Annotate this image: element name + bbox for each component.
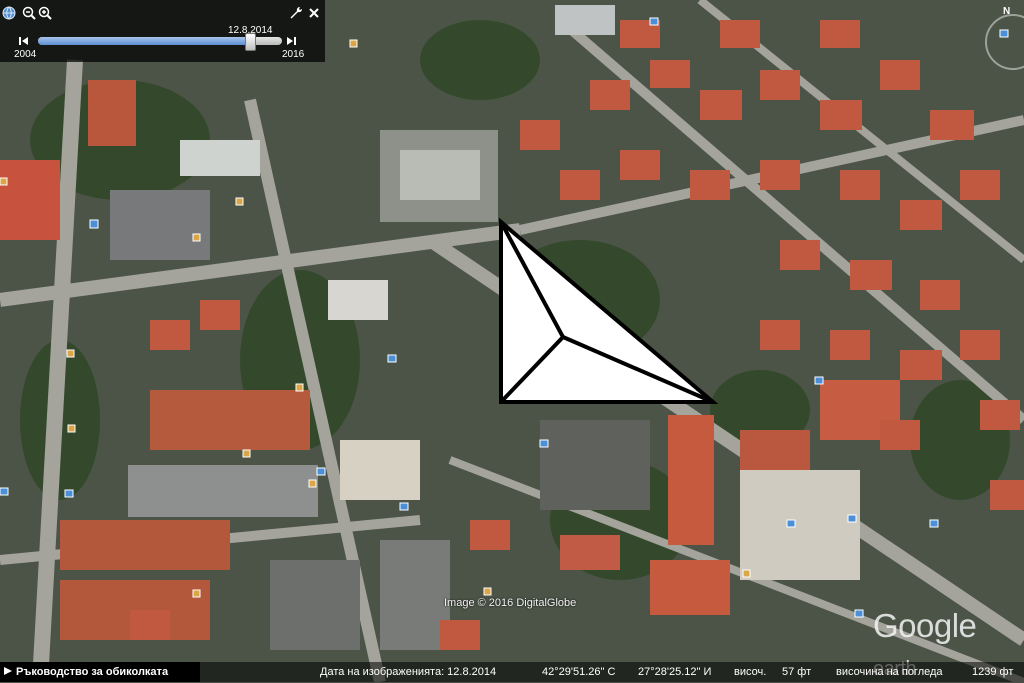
longitude-readout: 27°28'25.12" И [638, 666, 712, 678]
compass-north-label: N [1003, 6, 1011, 17]
close-icon[interactable] [305, 4, 323, 22]
tour-guide-label: Ръководство за обиколката [16, 666, 169, 678]
status-bar: Ръководство за обиколката Дата на изобра… [0, 662, 1024, 682]
satellite-map[interactable] [0, 0, 1024, 682]
tour-guide-button[interactable]: Ръководство за обиколката [0, 662, 200, 682]
eye-altitude-label: височина на погледа [836, 666, 943, 678]
imagery-attribution: Image © 2016 DigitalGlobe [444, 597, 577, 609]
start-year-label: 2004 [14, 49, 37, 60]
eye-altitude-value: 1239 фт [972, 666, 1014, 678]
step-back-icon[interactable] [18, 32, 30, 50]
logo-main-text: Google [873, 607, 977, 644]
zoom-in-icon[interactable] [36, 4, 54, 22]
globe-icon[interactable] [0, 4, 18, 22]
wrench-icon[interactable] [287, 4, 305, 22]
elevation-label: височ. [734, 666, 767, 678]
time-slider-fill [38, 37, 251, 45]
tour-guide-arrow-icon [4, 666, 12, 678]
latitude-readout: 42°29'51.26" С [542, 666, 616, 678]
step-forward-icon[interactable] [285, 32, 297, 50]
imagery-date-readout: Дата на изображенията: 12.8.2014 [320, 666, 497, 678]
end-year-label: 2016 [282, 49, 305, 60]
historical-imagery-toolbar: 12.8.2014 2004 2016 [0, 0, 325, 62]
time-slider-thumb[interactable] [245, 33, 257, 51]
elevation-value: 57 фт [782, 666, 812, 678]
